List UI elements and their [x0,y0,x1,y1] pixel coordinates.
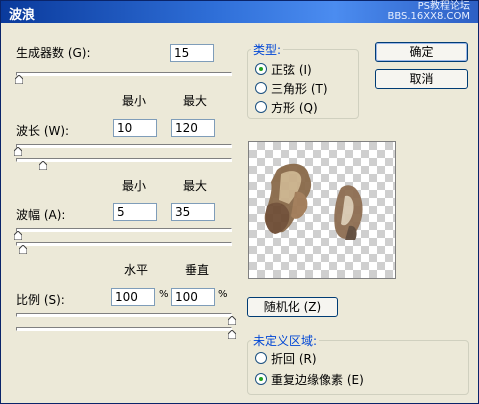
wavelength-min-slider[interactable] [16,144,232,148]
amplitude-max-thumb[interactable] [19,245,27,254]
wave-dialog: 波浪 PS教程论坛 BBS.16XX8.COM 生成器数 (G): 15 最小 … [0,0,479,404]
scale-horizontal-input[interactable]: 100 [111,288,155,306]
scale-vertical-slider[interactable] [16,327,232,331]
amplitude-min-input[interactable]: 5 [113,203,157,221]
scale-vertical-unit: % [218,289,228,300]
amplitude-label: 波幅 (A): [16,208,66,222]
watermark-line2: BBS.16XX8.COM [387,11,470,22]
cancel-button[interactable]: 取消 [375,69,468,89]
scale-horizontal-slider[interactable] [16,313,232,317]
amplitude-max-header: 最大 [183,179,208,193]
type-square-label[interactable]: 方形 (Q) [271,99,318,116]
radio-selected-dot [259,377,263,381]
scale-label: 比例 (S): [16,293,65,307]
wavelength-max-slider[interactable] [16,158,232,162]
wavelength-max-thumb[interactable] [39,161,47,170]
scale-horizontal-header: 水平 [124,263,149,277]
type-square-radio[interactable] [255,101,267,113]
preview-image [264,163,363,240]
watermark: PS教程论坛 BBS.16XX8.COM [387,2,470,22]
wavelength-min-input[interactable]: 10 [113,119,157,137]
wavelength-max-header: 最大 [183,94,208,108]
type-triangle-radio[interactable] [255,82,267,94]
scale-vertical-header: 垂直 [185,263,210,277]
randomize-button[interactable]: 随机化 (Z) [247,297,338,317]
type-group-title: 类型: [251,41,284,58]
wavelength-min-header: 最小 [122,94,147,108]
repeat-edge-pixels-radio[interactable] [255,373,267,385]
wavelength-min-thumb[interactable] [14,147,22,156]
preview-pane[interactable] [248,141,396,279]
repeat-edge-pixels-label[interactable]: 重复边缘像素 (E) [271,371,364,388]
type-triangle-label[interactable]: 三角形 (T) [271,80,328,97]
amplitude-max-slider[interactable] [16,242,232,246]
scale-horizontal-unit: % [159,289,169,300]
generators-slider[interactable] [16,72,232,76]
amplitude-min-thumb[interactable] [14,231,22,240]
ok-button[interactable]: 确定 [375,42,468,62]
type-sine-radio[interactable] [255,63,267,75]
generators-slider-thumb[interactable] [15,75,23,84]
undefined-areas-title: 未定义区域: [251,332,320,349]
wavelength-max-input[interactable]: 120 [171,119,215,137]
amplitude-min-slider[interactable] [16,228,232,232]
scale-horizontal-thumb[interactable] [228,316,236,325]
dialog-title: 波浪 [9,8,36,23]
type-sine-label[interactable]: 正弦 (I) [271,61,312,78]
radio-selected-dot [259,67,263,71]
generators-input[interactable]: 15 [170,44,214,62]
wrap-around-radio[interactable] [255,352,267,364]
wrap-around-label[interactable]: 折回 (R) [271,350,317,367]
amplitude-max-input[interactable]: 35 [171,203,215,221]
amplitude-min-header: 最小 [122,179,147,193]
wavelength-label: 波长 (W): [16,124,70,138]
scale-vertical-input[interactable]: 100 [171,288,215,306]
generators-label: 生成器数 (G): [16,46,91,60]
scale-vertical-thumb[interactable] [228,330,236,339]
title-bar[interactable]: 波浪 PS教程论坛 BBS.16XX8.COM [1,1,478,23]
